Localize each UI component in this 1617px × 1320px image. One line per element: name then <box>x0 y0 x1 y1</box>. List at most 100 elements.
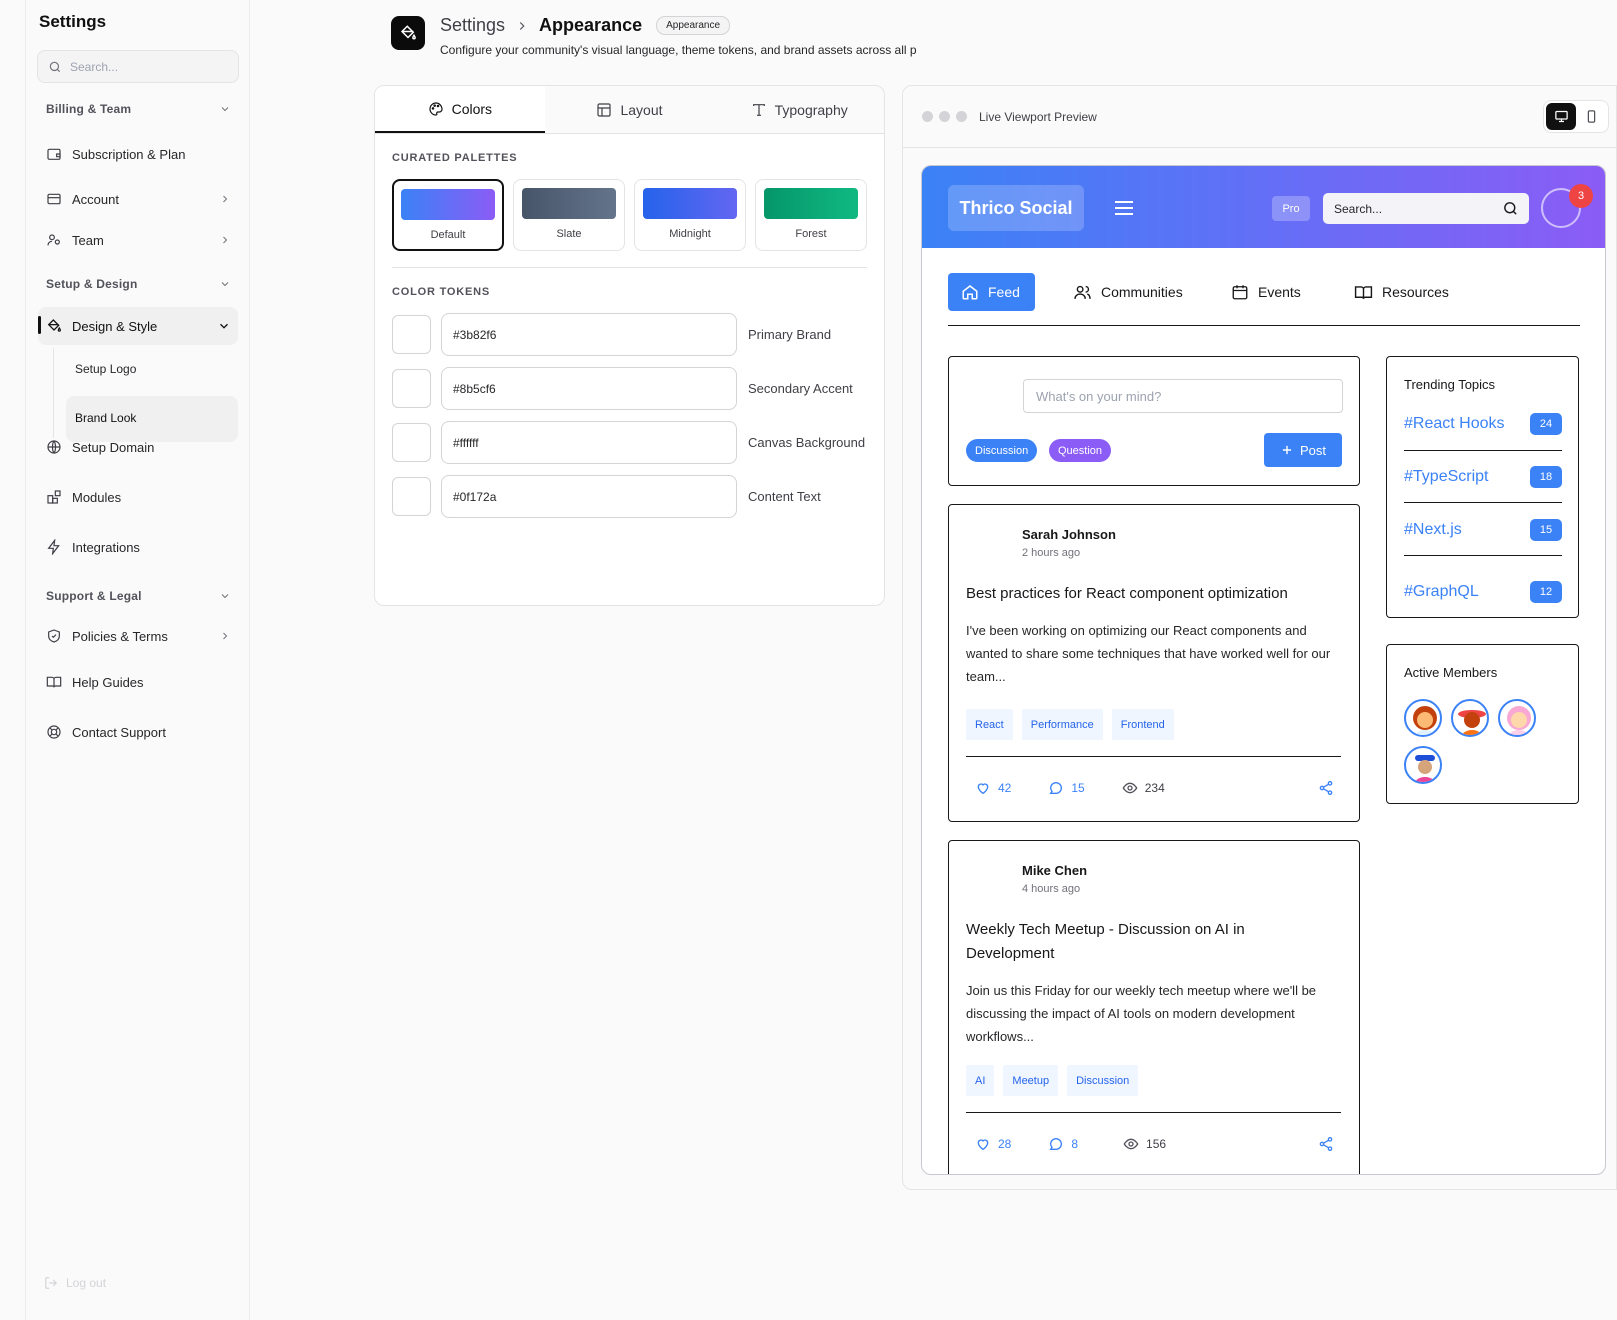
member-avatar[interactable] <box>1451 699 1489 737</box>
post-tag[interactable]: AI <box>966 1065 995 1096</box>
share-icon[interactable] <box>1318 1136 1334 1152</box>
color-swatch[interactable] <box>392 423 431 462</box>
sidebar-item-label: Subscription & Plan <box>72 146 186 162</box>
post-button[interactable]: Post <box>1264 433 1342 467</box>
preview-toolbar: Live Viewport Preview <box>903 86 1616 148</box>
sidebar-item-contact[interactable]: Contact Support <box>46 724 231 740</box>
tab-colors[interactable]: Colors <box>375 86 545 133</box>
sidebar-search-input[interactable]: Search... <box>37 50 239 83</box>
token-hex-input[interactable]: #8b5cf6 <box>441 367 737 410</box>
post-button-label: Post <box>1299 442 1326 458</box>
tab-typography[interactable]: Typography <box>714 86 884 133</box>
post-author[interactable]: Mike Chen <box>1022 863 1087 878</box>
color-swatch[interactable] <box>392 369 431 408</box>
trending-item[interactable]: #TypeScript 18 <box>1404 466 1562 488</box>
post-title[interactable]: Weekly Tech Meetup - Discussion on AI in… <box>966 918 1296 966</box>
breadcrumb: Settings Appearance Appearance <box>440 15 731 36</box>
tab-layout[interactable]: Layout <box>545 86 715 133</box>
post-tag[interactable]: Performance <box>1021 709 1103 740</box>
tab-label: Layout <box>620 101 663 118</box>
member-avatar[interactable] <box>1404 699 1442 737</box>
palette-midnight[interactable]: Midnight <box>634 179 746 251</box>
share-icon[interactable] <box>1318 780 1334 796</box>
logout-icon <box>44 1276 58 1290</box>
notification-badge[interactable]: 3 <box>1569 184 1593 208</box>
sidebar-item-label: Design & Style <box>72 318 158 334</box>
comment-icon[interactable] <box>1048 1136 1064 1152</box>
section-setup-design[interactable]: Setup & Design <box>46 277 231 291</box>
token-hex-input[interactable]: #0f172a <box>441 475 737 518</box>
token-hex-input[interactable]: #ffffff <box>441 421 737 464</box>
token-hex-input[interactable]: #3b82f6 <box>441 313 737 356</box>
post-tag[interactable]: React <box>966 709 1013 740</box>
sidebar-item-setup-domain[interactable]: Setup Domain <box>46 439 231 455</box>
sidebar-item-design-style[interactable]: Design & Style <box>46 318 231 334</box>
tag-discussion[interactable]: Discussion <box>966 439 1038 462</box>
comment-icon[interactable] <box>1048 780 1064 796</box>
trending-item[interactable]: #GraphQL 12 <box>1404 581 1562 603</box>
trending-item[interactable]: #Next.js 15 <box>1404 519 1562 541</box>
post-author[interactable]: Sarah Johnson <box>1022 527 1116 542</box>
appearance-icon <box>391 16 425 50</box>
type-icon <box>751 102 767 118</box>
hamburger-menu-icon[interactable] <box>1114 200 1134 216</box>
section-support-legal[interactable]: Support & Legal <box>46 589 231 603</box>
palette-slate[interactable]: Slate <box>513 179 625 251</box>
post-tag[interactable]: Discussion <box>1067 1065 1139 1096</box>
palette-swatch <box>522 188 616 219</box>
view-count: 234 <box>1144 781 1165 795</box>
nav-communities[interactable]: Communities <box>1073 273 1183 311</box>
topic-count: 18 <box>1530 466 1562 488</box>
app-nav: Feed Communities Events Resources <box>948 273 1580 326</box>
post-tags: React Performance Frontend <box>966 709 1174 740</box>
heart-icon[interactable] <box>975 1136 991 1152</box>
section-label: Setup & Design <box>46 277 138 291</box>
logout-button[interactable]: Log out <box>44 1276 106 1290</box>
post-composer: What's on your mind? Discussion Question… <box>948 356 1360 486</box>
color-swatch[interactable] <box>392 477 431 516</box>
sidebar-subitem-setup-logo[interactable]: Setup Logo <box>75 362 136 376</box>
palette-default[interactable]: Default <box>392 179 504 251</box>
palette-name: Forest <box>795 228 827 240</box>
breadcrumb-settings[interactable]: Settings <box>440 15 505 36</box>
sidebar-subitem-brand-look[interactable]: Brand Look <box>75 411 136 425</box>
eye-icon <box>1122 780 1138 796</box>
mobile-view-button[interactable] <box>1576 103 1606 130</box>
post-tag[interactable]: Frontend <box>1111 709 1174 740</box>
composer-input[interactable]: What's on your mind? <box>1023 379 1343 413</box>
sidebar-item-team[interactable]: Team <box>46 232 231 248</box>
comment-count: 15 <box>1071 781 1085 795</box>
token-label: Secondary Accent <box>748 381 853 396</box>
nav-feed[interactable]: Feed <box>948 273 1035 311</box>
sidebar-item-policies[interactable]: Policies & Terms <box>46 628 231 644</box>
app-brand[interactable]: Thrico Social <box>948 185 1084 231</box>
post-tag[interactable]: Meetup <box>1003 1065 1059 1096</box>
nav-resources[interactable]: Resources <box>1354 273 1449 311</box>
member-avatar[interactable] <box>1404 746 1442 784</box>
sidebar-item-account[interactable]: Account <box>46 191 231 207</box>
trending-topics-card: Trending Topics #React Hooks 24 #TypeScr… <box>1386 356 1579 618</box>
trending-item[interactable]: #React Hooks 24 <box>1404 413 1562 435</box>
desktop-view-button[interactable] <box>1546 103 1576 130</box>
tag-question[interactable]: Question <box>1049 439 1112 462</box>
submenu-line <box>53 348 54 438</box>
app-search-input[interactable]: Search... <box>1323 193 1529 224</box>
sidebar-item-subscription[interactable]: Subscription & Plan <box>46 146 231 162</box>
eye-icon <box>1123 1136 1139 1152</box>
color-swatch[interactable] <box>392 315 431 354</box>
sidebar-item-label: Modules <box>72 489 122 505</box>
sidebar-item-modules[interactable]: Modules <box>46 489 231 505</box>
nav-events[interactable]: Events <box>1231 273 1301 311</box>
palette-forest[interactable]: Forest <box>755 179 867 251</box>
section-billing-team[interactable]: Billing & Team <box>46 102 231 116</box>
window-dot <box>956 111 967 122</box>
post-stats: 42 15 234 <box>975 780 1165 796</box>
book-open-icon <box>1354 283 1373 302</box>
post-title[interactable]: Best practices for React component optim… <box>966 582 1341 606</box>
sidebar-item-integrations[interactable]: Integrations <box>46 539 231 555</box>
sidebar-item-help[interactable]: Help Guides <box>46 674 231 690</box>
heart-icon[interactable] <box>975 780 991 796</box>
trending-divider <box>1404 450 1562 451</box>
member-avatar[interactable] <box>1498 699 1536 737</box>
topic-name: #Next.js <box>1404 521 1462 538</box>
